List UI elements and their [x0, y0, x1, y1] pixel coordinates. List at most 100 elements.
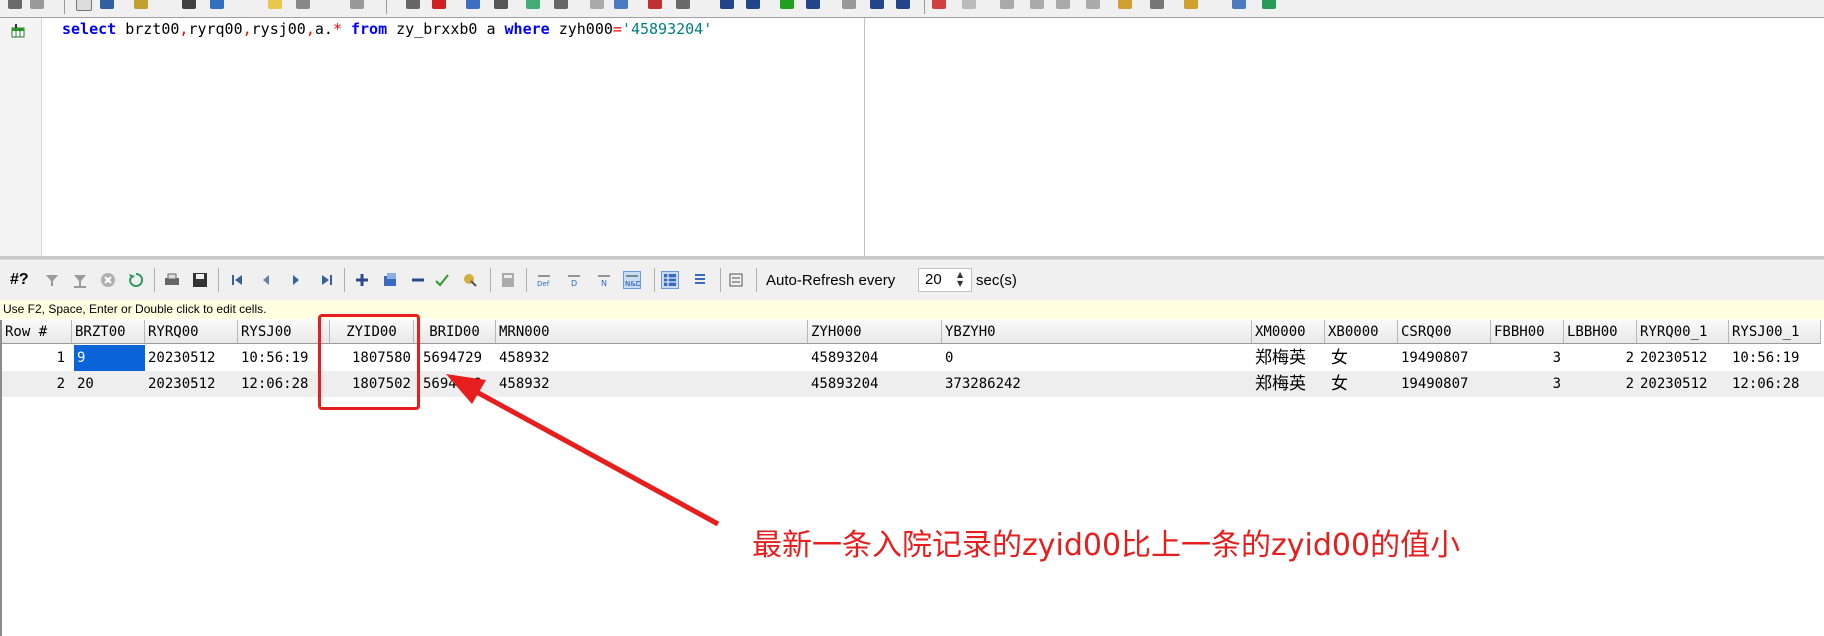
database-icon[interactable] [1262, 0, 1276, 9]
col-header-ryrq00[interactable]: RYRQ00 [145, 320, 238, 344]
edit-icon[interactable] [134, 0, 148, 9]
fbbh00-cell[interactable]: 3 [1491, 371, 1564, 397]
col-header-xb0000[interactable]: XB0000 [1325, 320, 1398, 344]
ryrq00-1-cell[interactable]: 20230512 [1637, 371, 1729, 397]
cursor-icon[interactable] [406, 0, 420, 9]
link-icon[interactable] [590, 0, 604, 9]
csrq00-cell[interactable]: 19490807 [1398, 371, 1491, 397]
brid00-cell[interactable]: 5694729 [420, 345, 496, 371]
col-header-brzt00[interactable]: BRZT00 [72, 320, 145, 344]
sql-text[interactable]: select brzt00,ryrq00,rysj00,a.* from zy_… [62, 20, 712, 38]
step-icon[interactable] [806, 0, 820, 9]
brid00-cell[interactable]: 5694729 [420, 371, 496, 397]
run-script-icon[interactable] [466, 0, 480, 9]
rollback-icon[interactable] [1000, 0, 1014, 9]
xm0000-cell[interactable]: 郑梅英 [1252, 371, 1325, 397]
ryrq00-1-cell[interactable]: 20230512 [1637, 345, 1729, 371]
zyh000-cell[interactable]: 45893204 [808, 345, 942, 371]
col-header-csrq00[interactable]: CSRQ00 [1398, 320, 1491, 344]
table-icon[interactable] [296, 0, 310, 9]
col-header-rysj00[interactable]: RYSJ00 [238, 320, 330, 344]
back-icon[interactable] [8, 0, 22, 9]
brzt00-cell[interactable]: 9 [74, 345, 145, 371]
rysj00-1-cell[interactable]: 10:56:19 [1729, 345, 1821, 371]
grid-view-icon[interactable] [661, 271, 679, 289]
mrn000-cell[interactable]: 458932 [496, 345, 808, 371]
record-view-icon[interactable] [692, 272, 708, 288]
brzt00-cell[interactable]: 20 [74, 371, 145, 397]
stop-icon[interactable] [842, 0, 856, 9]
col-header-ryrq00-1[interactable]: RYRQ00_1 [1637, 320, 1729, 344]
more-icon[interactable] [1184, 0, 1198, 9]
redo-icon[interactable] [1056, 0, 1070, 9]
forward-icon[interactable] [30, 0, 44, 9]
delete-record-icon[interactable] [410, 272, 426, 288]
fetch-icon[interactable] [462, 272, 478, 288]
col-header-brid00[interactable]: BRID00 [414, 320, 496, 344]
print-icon[interactable] [164, 272, 180, 288]
save-icon[interactable] [192, 272, 208, 288]
row-number-cell[interactable]: 2 [2, 371, 68, 397]
auto-refresh-icon[interactable] [728, 272, 744, 288]
rysj00-1-cell[interactable]: 12:06:28 [1729, 371, 1821, 397]
play-icon[interactable] [780, 0, 794, 9]
commit-icon[interactable] [962, 0, 976, 9]
col-header-rysj00-1[interactable]: RYSJ00_1 [1729, 320, 1821, 344]
row-number-cell[interactable]: 1 [2, 345, 68, 371]
first-record-icon[interactable] [230, 272, 246, 288]
ryrq00-cell[interactable]: 20230512 [145, 371, 238, 397]
csrq00-cell[interactable]: 19490807 [1398, 345, 1491, 371]
lbbh00-cell[interactable]: 2 [1564, 345, 1637, 371]
delete-icon[interactable] [432, 0, 446, 9]
fbbh00-cell[interactable]: 3 [1491, 345, 1564, 371]
def-icon[interactable]: Def [536, 272, 552, 288]
refresh-interval-spinner[interactable]: 20 ▲ ▼ [918, 268, 972, 292]
next-record-icon[interactable] [288, 272, 304, 288]
prev-record-icon[interactable] [258, 272, 274, 288]
col-header-fbbh00[interactable]: FBBH00 [1491, 320, 1564, 344]
sql-editor[interactable]: select brzt00,ryrq00,rysj00,a.* from zy_… [0, 18, 1824, 259]
format-icon[interactable] [268, 0, 282, 9]
first-icon[interactable] [720, 0, 734, 9]
post-changes-icon[interactable] [434, 272, 450, 288]
filter-clear-icon[interactable] [72, 272, 88, 288]
describe-icon[interactable] [554, 0, 568, 9]
zyh000-cell[interactable]: 45893204 [808, 371, 942, 397]
n-icon[interactable]: N [596, 272, 612, 288]
ybzyh0-cell[interactable]: 373286242 [942, 371, 1252, 397]
col-header-zyh000[interactable]: ZYH000 [808, 320, 942, 344]
insert-record-icon[interactable] [354, 272, 370, 288]
spin-up-icon[interactable]: ▲ [957, 270, 963, 279]
spin-down-icon[interactable]: ▼ [957, 279, 963, 288]
explain-icon[interactable] [494, 0, 508, 9]
rysj00-cell[interactable]: 12:06:28 [238, 371, 330, 397]
refresh-icon[interactable] [128, 272, 144, 288]
table-row[interactable]: 2 20 20230512 12:06:28 1807502 5694729 4… [2, 371, 1824, 397]
col-header-xm0000[interactable]: XM0000 [1252, 320, 1325, 344]
ybzyh0-cell[interactable]: 0 [942, 345, 1252, 371]
prev-icon[interactable] [746, 0, 760, 9]
import-icon[interactable] [676, 0, 690, 9]
undo-icon[interactable] [1086, 0, 1100, 9]
save-as-icon[interactable] [210, 0, 224, 9]
cancel-icon[interactable] [100, 272, 116, 288]
session-icon[interactable] [1118, 0, 1132, 9]
rysj00-cell[interactable]: 10:56:19 [238, 345, 330, 371]
toggle-icon[interactable] [1030, 0, 1044, 9]
open-icon[interactable] [100, 0, 114, 9]
filter-icon[interactable] [44, 272, 60, 288]
new-icon[interactable] [76, 0, 92, 11]
col-header-row-num[interactable]: Row # [2, 320, 72, 344]
break-icon[interactable] [932, 0, 946, 9]
calculator-icon[interactable] [500, 272, 516, 288]
duplicate-record-icon[interactable] [382, 272, 398, 288]
save-icon[interactable] [182, 0, 196, 9]
lbbh00-cell[interactable]: 2 [1564, 371, 1637, 397]
d-icon[interactable]: D [566, 272, 582, 288]
nd-icon[interactable]: N&D [623, 271, 641, 289]
options-icon[interactable] [1232, 0, 1246, 9]
ryrq00-cell[interactable]: 20230512 [145, 345, 238, 371]
col-header-lbbh00[interactable]: LBBH00 [1564, 320, 1637, 344]
query-icon[interactable] [526, 0, 540, 9]
xm0000-cell[interactable]: 郑梅英 [1252, 345, 1325, 371]
